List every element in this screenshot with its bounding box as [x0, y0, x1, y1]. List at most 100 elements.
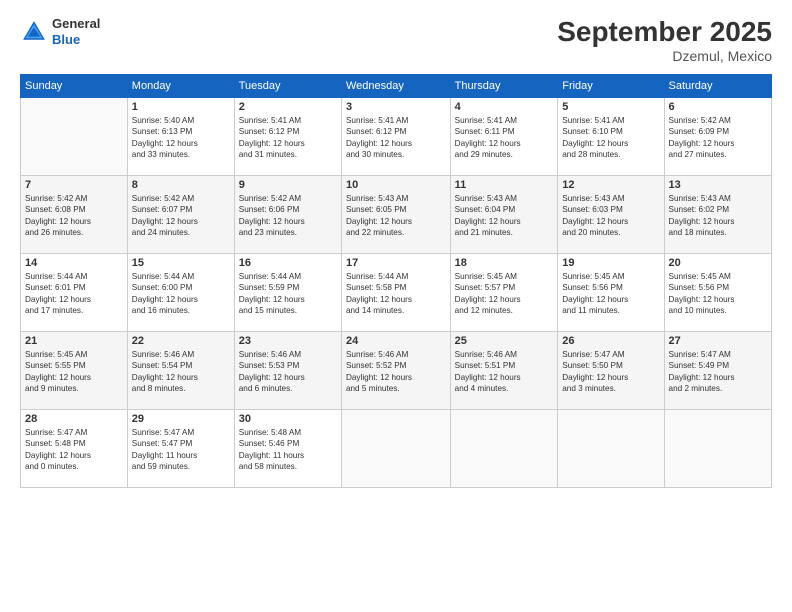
day-number: 30: [239, 413, 337, 425]
day-number: 26: [562, 335, 659, 347]
calendar-cell: 9Sunrise: 5:42 AMSunset: 6:06 PMDaylight…: [234, 176, 341, 254]
day-info: Sunrise: 5:41 AMSunset: 6:12 PMDaylight:…: [346, 115, 446, 161]
day-number: 2: [239, 101, 337, 113]
calendar-cell: 3 Sunrise: 5:41 AMSunset: 6:12 PMDaylight…: [341, 98, 450, 176]
calendar-week-row: 14 Sunrise: 5:44 AMSunset: 6:01 PMDayligh…: [21, 254, 772, 332]
calendar-cell: 22Sunrise: 5:46 AMSunset: 5:54 PMDayligh…: [127, 332, 234, 410]
page: General Blue September 2025 Dzemul, Mexi…: [0, 0, 792, 612]
calendar-week-row: 28 Sunrise: 5:47 AMSunset: 5:48 PMDayligh…: [21, 410, 772, 488]
calendar-cell: 10 Sunrise: 5:43 AMSunset: 6:05 PMDayligh…: [341, 176, 450, 254]
day-number: 28: [25, 413, 123, 425]
day-number: 29: [132, 413, 230, 425]
calendar-week-row: 21 Sunrise: 5:45 AMSunset: 5:55 PMDayligh…: [21, 332, 772, 410]
day-number: 7: [25, 179, 123, 191]
weekday-header-tuesday: Tuesday: [234, 75, 341, 98]
day-number: 21: [25, 335, 123, 347]
weekday-header-friday: Friday: [558, 75, 664, 98]
calendar-cell: 18 Sunrise: 5:45 AMSunset: 5:57 PMDayligh…: [450, 254, 558, 332]
day-number: 4: [455, 101, 554, 113]
calendar-cell: 23Sunrise: 5:46 AMSunset: 5:53 PMDayligh…: [234, 332, 341, 410]
calendar-cell: 14 Sunrise: 5:44 AMSunset: 6:01 PMDayligh…: [21, 254, 128, 332]
header: General Blue September 2025 Dzemul, Mexi…: [20, 16, 772, 64]
calendar-cell: 29Sunrise: 5:47 AMSunset: 5:47 PMDayligh…: [127, 410, 234, 488]
day-info: Sunrise: 5:44 AMSunset: 6:00 PMDaylight:…: [132, 271, 230, 317]
weekday-header-wednesday: Wednesday: [341, 75, 450, 98]
day-info: Sunrise: 5:45 AMSunset: 5:56 PMDaylight:…: [669, 271, 767, 317]
day-info: Sunrise: 5:42 AMSunset: 6:07 PMDaylight:…: [132, 193, 230, 239]
day-info: Sunrise: 5:48 AMSunset: 5:46 PMDaylight:…: [239, 427, 337, 473]
calendar-cell: 30 Sunrise: 5:48 AMSunset: 5:46 PMDayligh…: [234, 410, 341, 488]
weekday-header-sunday: Sunday: [21, 75, 128, 98]
logo-icon: [20, 18, 48, 46]
calendar-cell: 13 Sunrise: 5:43 AMSunset: 6:02 PMDayligh…: [664, 176, 771, 254]
calendar-cell: 19 Sunrise: 5:45 AMSunset: 5:56 PMDayligh…: [558, 254, 664, 332]
day-number: 19: [562, 257, 659, 269]
day-info: Sunrise: 5:44 AMSunset: 5:58 PMDaylight:…: [346, 271, 446, 317]
day-info: Sunrise: 5:45 AMSunset: 5:56 PMDaylight:…: [562, 271, 659, 317]
calendar-cell: 1 Sunrise: 5:40 AMSunset: 6:13 PMDaylight…: [127, 98, 234, 176]
day-number: 14: [25, 257, 123, 269]
day-info: Sunrise: 5:46 AMSunset: 5:51 PMDaylight:…: [455, 349, 554, 395]
calendar-cell: [558, 410, 664, 488]
calendar-cell: 24Sunrise: 5:46 AMSunset: 5:52 PMDayligh…: [341, 332, 450, 410]
day-number: 27: [669, 335, 767, 347]
calendar-cell: 16 Sunrise: 5:44 AMSunset: 5:59 PMDayligh…: [234, 254, 341, 332]
day-number: 16: [239, 257, 337, 269]
calendar-cell: [450, 410, 558, 488]
day-info: Sunrise: 5:46 AMSunset: 5:54 PMDaylight:…: [132, 349, 230, 395]
day-info: Sunrise: 5:47 AMSunset: 5:49 PMDaylight:…: [669, 349, 767, 395]
calendar-cell: 25Sunrise: 5:46 AMSunset: 5:51 PMDayligh…: [450, 332, 558, 410]
day-number: 20: [669, 257, 767, 269]
day-info: Sunrise: 5:43 AMSunset: 6:04 PMDaylight:…: [455, 193, 554, 239]
weekday-header-row: SundayMondayTuesdayWednesdayThursdayFrid…: [21, 75, 772, 98]
calendar-cell: 21 Sunrise: 5:45 AMSunset: 5:55 PMDayligh…: [21, 332, 128, 410]
calendar-cell: 28 Sunrise: 5:47 AMSunset: 5:48 PMDayligh…: [21, 410, 128, 488]
day-number: 13: [669, 179, 767, 191]
title-block: September 2025 Dzemul, Mexico: [557, 16, 772, 64]
day-number: 24: [346, 335, 446, 347]
weekday-header-monday: Monday: [127, 75, 234, 98]
day-info: Sunrise: 5:43 AMSunset: 6:05 PMDaylight:…: [346, 193, 446, 239]
day-info: Sunrise: 5:41 AMSunset: 6:12 PMDaylight:…: [239, 115, 337, 161]
day-number: 18: [455, 257, 554, 269]
day-number: 1: [132, 101, 230, 113]
day-number: 6: [669, 101, 767, 113]
day-info: Sunrise: 5:44 AMSunset: 5:59 PMDaylight:…: [239, 271, 337, 317]
day-info: Sunrise: 5:44 AMSunset: 6:01 PMDaylight:…: [25, 271, 123, 317]
day-info: Sunrise: 5:41 AMSunset: 6:11 PMDaylight:…: [455, 115, 554, 161]
calendar-cell: [21, 98, 128, 176]
day-info: Sunrise: 5:42 AMSunset: 6:06 PMDaylight:…: [239, 193, 337, 239]
location: Dzemul, Mexico: [557, 48, 772, 64]
calendar-cell: 8 Sunrise: 5:42 AMSunset: 6:07 PMDaylight…: [127, 176, 234, 254]
calendar-cell: 12Sunrise: 5:43 AMSunset: 6:03 PMDayligh…: [558, 176, 664, 254]
day-number: 5: [562, 101, 659, 113]
calendar-cell: 20 Sunrise: 5:45 AMSunset: 5:56 PMDayligh…: [664, 254, 771, 332]
weekday-header-saturday: Saturday: [664, 75, 771, 98]
day-info: Sunrise: 5:40 AMSunset: 6:13 PMDaylight:…: [132, 115, 230, 161]
day-info: Sunrise: 5:45 AMSunset: 5:57 PMDaylight:…: [455, 271, 554, 317]
calendar-cell: [341, 410, 450, 488]
calendar-week-row: 1 Sunrise: 5:40 AMSunset: 6:13 PMDaylight…: [21, 98, 772, 176]
calendar-cell: 26Sunrise: 5:47 AMSunset: 5:50 PMDayligh…: [558, 332, 664, 410]
calendar-cell: 5 Sunrise: 5:41 AMSunset: 6:10 PMDaylight…: [558, 98, 664, 176]
day-info: Sunrise: 5:43 AMSunset: 6:03 PMDaylight:…: [562, 193, 659, 239]
month-title: September 2025: [557, 16, 772, 48]
day-info: Sunrise: 5:47 AMSunset: 5:48 PMDaylight:…: [25, 427, 123, 473]
calendar-week-row: 7 Sunrise: 5:42 AMSunset: 6:08 PMDaylight…: [21, 176, 772, 254]
day-number: 3: [346, 101, 446, 113]
calendar-cell: 11Sunrise: 5:43 AMSunset: 6:04 PMDayligh…: [450, 176, 558, 254]
day-number: 10: [346, 179, 446, 191]
day-info: Sunrise: 5:46 AMSunset: 5:53 PMDaylight:…: [239, 349, 337, 395]
calendar-cell: 15 Sunrise: 5:44 AMSunset: 6:00 PMDayligh…: [127, 254, 234, 332]
day-number: 8: [132, 179, 230, 191]
calendar-cell: 6Sunrise: 5:42 AMSunset: 6:09 PMDaylight…: [664, 98, 771, 176]
day-info: Sunrise: 5:43 AMSunset: 6:02 PMDaylight:…: [669, 193, 767, 239]
day-info: Sunrise: 5:45 AMSunset: 5:55 PMDaylight:…: [25, 349, 123, 395]
calendar-cell: [664, 410, 771, 488]
day-info: Sunrise: 5:42 AMSunset: 6:08 PMDaylight:…: [25, 193, 123, 239]
calendar-cell: 7 Sunrise: 5:42 AMSunset: 6:08 PMDaylight…: [21, 176, 128, 254]
day-number: 15: [132, 257, 230, 269]
day-info: Sunrise: 5:41 AMSunset: 6:10 PMDaylight:…: [562, 115, 659, 161]
logo-text: General Blue: [52, 16, 100, 47]
day-number: 17: [346, 257, 446, 269]
